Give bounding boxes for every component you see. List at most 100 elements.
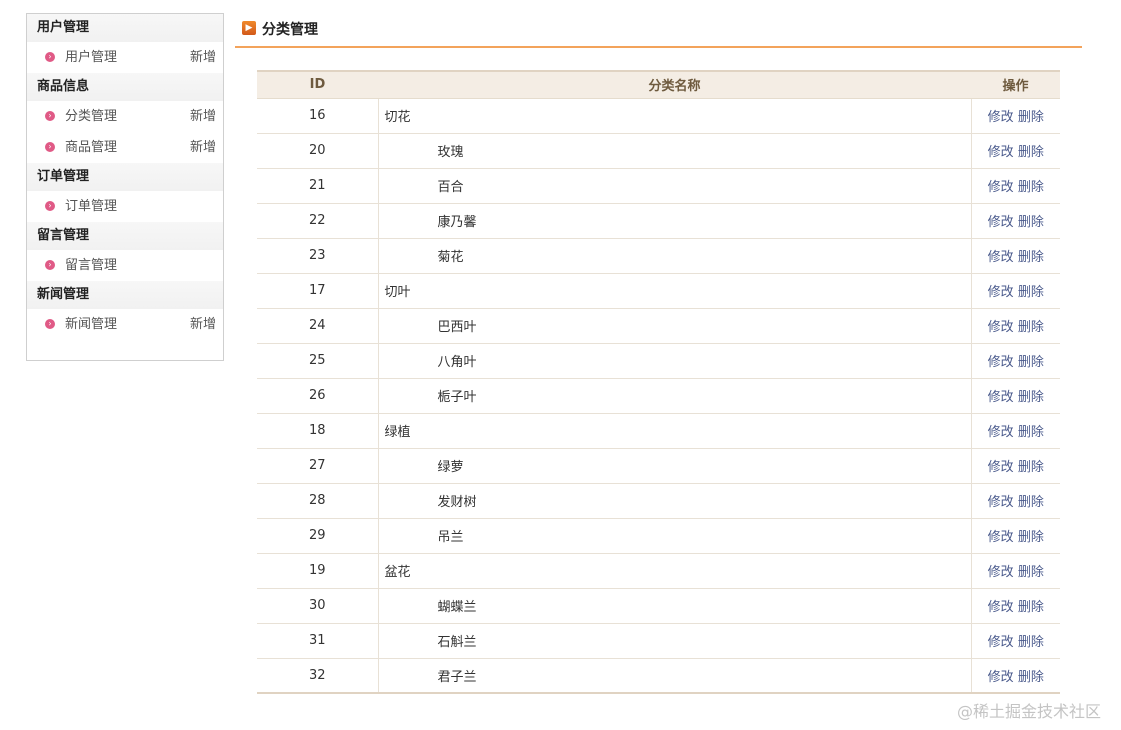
cell-category-name: 八角叶 [377,343,972,379]
sidebar-item-category-management[interactable]: › 分类管理 新增 [27,101,223,132]
delete-link[interactable]: 删除 [1018,285,1044,300]
table-row: 30 蝴蝶兰 修改 删除 [257,588,1060,624]
table-row: 18 绿植 修改 删除 [257,413,1060,449]
sidebar-section-news: 新闻管理 › 新闻管理 新增 [27,281,223,340]
sidebar-heading: 新闻管理 [27,281,223,309]
cell-category-name: 石斛兰 [377,623,972,659]
cell-category-name: 玫瑰 [377,133,972,169]
cell-id: 26 [257,378,378,414]
edit-link[interactable]: 修改 [988,635,1014,650]
delete-link[interactable]: 删除 [1018,460,1044,475]
sidebar-item-label[interactable]: 用户管理 [65,42,117,73]
edit-link[interactable]: 修改 [988,425,1014,440]
table-row: 26 栀子叶 修改 删除 [257,378,1060,414]
delete-link[interactable]: 删除 [1018,495,1044,510]
chevron-right-icon: › [45,201,55,211]
delete-link[interactable]: 删除 [1018,670,1044,685]
add-product-link[interactable]: 新增 [190,132,216,163]
delete-link[interactable]: 删除 [1018,145,1044,160]
delete-link[interactable]: 删除 [1018,600,1044,615]
cell-id: 24 [257,308,378,344]
table-row: 20 玫瑰 修改 删除 [257,133,1060,169]
watermark: @稀土掘金技术社区 [956,702,1101,721]
sidebar-section-messages: 留言管理 › 留言管理 [27,222,223,281]
delete-link[interactable]: 删除 [1018,530,1044,545]
cell-category-name: 盆花 [377,553,972,589]
chevron-right-icon: › [45,52,55,62]
edit-link[interactable]: 修改 [988,390,1014,405]
edit-link[interactable]: 修改 [988,145,1014,160]
edit-link[interactable]: 修改 [988,600,1014,615]
sidebar-item-label[interactable]: 留言管理 [65,250,117,281]
edit-link[interactable]: 修改 [988,530,1014,545]
table-row: 17 切叶 修改 删除 [257,273,1060,309]
cell-category-name: 菊花 [377,238,972,274]
edit-link[interactable]: 修改 [988,355,1014,370]
add-user-link[interactable]: 新增 [190,42,216,73]
table-row: 31 石斛兰 修改 删除 [257,623,1060,659]
table-body: 16 切花 修改 删除 20 玫瑰 修改 删除 21 百合 修改 删除 22 康乃馨 修改 删除 23 菊… [257,98,1060,693]
sidebar-item-label[interactable]: 分类管理 [65,101,117,132]
cell-id: 16 [257,98,378,134]
delete-link[interactable]: 删除 [1018,565,1044,580]
sidebar-item-label[interactable]: 新闻管理 [65,309,117,340]
table-row: 25 八角叶 修改 删除 [257,343,1060,379]
column-header-id: ID [257,71,378,99]
cell-category-name: 康乃馨 [377,203,972,239]
cell-actions: 修改 删除 [971,308,1060,344]
chevron-right-icon: › [45,260,55,270]
column-header-name: 分类名称 [378,71,971,99]
edit-link[interactable]: 修改 [988,215,1014,230]
sidebar-item-user-management[interactable]: › 用户管理 新增 [27,42,223,73]
cell-id: 19 [257,553,378,589]
sidebar-item-label[interactable]: 商品管理 [65,132,117,163]
cell-category-name: 栀子叶 [377,378,972,414]
cell-category-name: 绿植 [377,413,972,449]
delete-link[interactable]: 删除 [1018,250,1044,265]
add-news-link[interactable]: 新增 [190,309,216,340]
sidebar-item-message-management[interactable]: › 留言管理 [27,250,223,281]
cell-category-name: 切叶 [377,273,972,309]
cell-id: 18 [257,413,378,449]
cell-category-name: 切花 [377,98,972,134]
table-row: 29 吊兰 修改 删除 [257,518,1060,554]
chevron-right-icon: › [45,142,55,152]
sidebar-item-label[interactable]: 订单管理 [65,191,117,222]
cell-actions: 修改 删除 [971,168,1060,204]
sidebar-item-order-management[interactable]: › 订单管理 [27,191,223,222]
delete-link[interactable]: 删除 [1018,425,1044,440]
edit-link[interactable]: 修改 [988,670,1014,685]
table-row: 23 菊花 修改 删除 [257,238,1060,274]
edit-link[interactable]: 修改 [988,110,1014,125]
cell-category-name: 绿萝 [377,448,972,484]
delete-link[interactable]: 删除 [1018,635,1044,650]
cell-id: 31 [257,623,378,659]
cell-actions: 修改 删除 [971,413,1060,449]
edit-link[interactable]: 修改 [988,565,1014,580]
arrow-right-icon: ▶ [242,21,256,35]
cell-actions: 修改 删除 [971,588,1060,624]
cell-category-name: 百合 [377,168,972,204]
delete-link[interactable]: 删除 [1018,320,1044,335]
delete-link[interactable]: 删除 [1018,215,1044,230]
cell-id: 25 [257,343,378,379]
edit-link[interactable]: 修改 [988,285,1014,300]
delete-link[interactable]: 删除 [1018,110,1044,125]
chevron-right-icon: › [45,111,55,121]
edit-link[interactable]: 修改 [988,495,1014,510]
delete-link[interactable]: 删除 [1018,390,1044,405]
edit-link[interactable]: 修改 [988,460,1014,475]
cell-actions: 修改 删除 [971,483,1060,519]
add-category-link[interactable]: 新增 [190,101,216,132]
table-row: 22 康乃馨 修改 删除 [257,203,1060,239]
sidebar-item-product-management[interactable]: › 商品管理 新增 [27,132,223,163]
sidebar-item-news-management[interactable]: › 新闻管理 新增 [27,309,223,340]
edit-link[interactable]: 修改 [988,320,1014,335]
edit-link[interactable]: 修改 [988,250,1014,265]
table-row: 27 绿萝 修改 删除 [257,448,1060,484]
delete-link[interactable]: 删除 [1018,355,1044,370]
cell-id: 32 [308,667,326,683]
page-title: 分类管理 [262,22,318,38]
delete-link[interactable]: 删除 [1018,180,1044,195]
edit-link[interactable]: 修改 [988,180,1014,195]
